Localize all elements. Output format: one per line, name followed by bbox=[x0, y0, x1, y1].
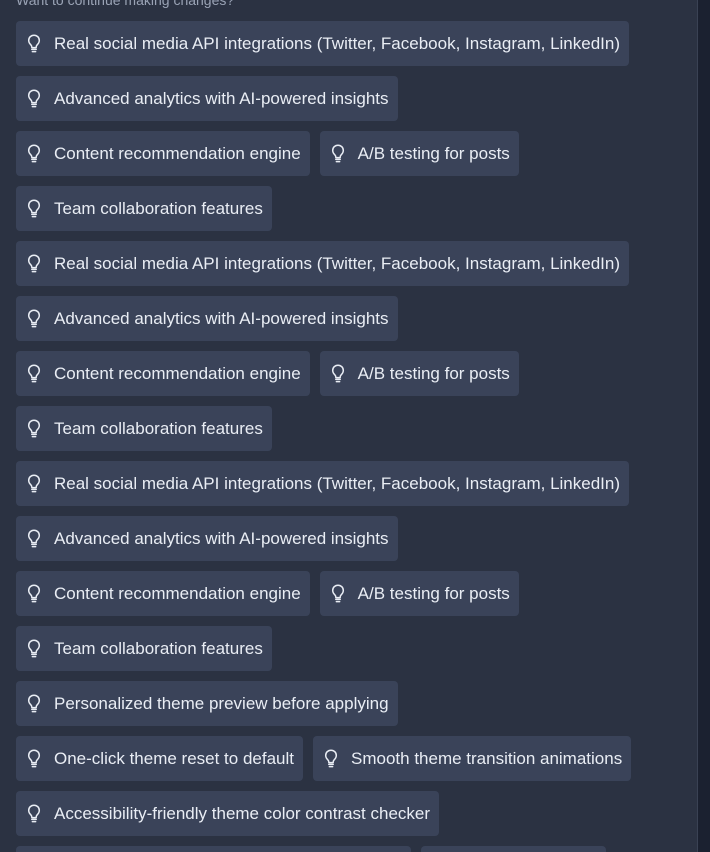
lightbulb-icon bbox=[330, 144, 346, 164]
lightbulb-icon bbox=[330, 364, 346, 384]
lightbulb-icon bbox=[26, 749, 42, 769]
suggestion-chip[interactable]: Real social media API integrations (Twit… bbox=[16, 21, 629, 66]
suggestion-label: Real social media API integrations (Twit… bbox=[54, 473, 620, 493]
lightbulb-icon bbox=[26, 584, 42, 604]
continue-prompt: Want to continue making changes? bbox=[16, 0, 235, 8]
lightbulb-icon bbox=[26, 639, 42, 659]
suggestion-chip[interactable]: Advanced analytics with AI-powered insig… bbox=[16, 76, 398, 121]
suggestions-panel: Want to continue making changes? Real so… bbox=[0, 0, 698, 852]
suggestion-label: Real social media API integrations (Twit… bbox=[54, 253, 620, 273]
suggestion-chip[interactable]: A/B testing for posts bbox=[319, 571, 519, 616]
suggestion-list: Real social media API integrations (Twit… bbox=[16, 21, 686, 852]
suggestion-chip[interactable]: Advanced analytics with AI-powered insig… bbox=[16, 296, 398, 341]
suggestion-label: Team collaboration features bbox=[54, 638, 263, 658]
suggestion-label: Personalized theme preview before applyi… bbox=[54, 693, 389, 713]
suggestion-chip[interactable]: Content recommendation engine bbox=[16, 351, 310, 396]
suggestion-label: Real social media API integrations (Twit… bbox=[54, 33, 620, 53]
suggestion-chip[interactable]: A/B testing for posts bbox=[319, 351, 519, 396]
suggestion-chip[interactable]: Team collaboration features bbox=[16, 406, 272, 451]
suggestion-label: Team collaboration features bbox=[54, 418, 263, 438]
suggestion-label: Team collaboration features bbox=[54, 198, 263, 218]
suggestion-label: A/B testing for posts bbox=[357, 583, 510, 603]
suggestion-row: One-click theme reset to default Smooth t… bbox=[16, 736, 686, 781]
lightbulb-icon bbox=[26, 419, 42, 439]
suggestion-label: Smooth theme transition animations bbox=[351, 748, 623, 768]
suggestion-row: Advanced analytics with AI-powered insig… bbox=[16, 76, 686, 121]
lightbulb-icon bbox=[26, 144, 42, 164]
suggestion-row: Content recommendation engine A/B testing… bbox=[16, 131, 686, 176]
suggestion-chip[interactable]: One-click theme reset to default bbox=[16, 736, 304, 781]
suggestion-label: A/B testing for posts bbox=[357, 143, 510, 163]
lightbulb-icon bbox=[26, 89, 42, 109]
suggestion-chip[interactable]: Content recommendation engine bbox=[16, 571, 310, 616]
lightbulb-icon bbox=[26, 694, 42, 714]
suggestion-label: Advanced analytics with AI-powered insig… bbox=[54, 88, 389, 108]
suggestion-row: Accessibility-friendly theme color contr… bbox=[16, 791, 686, 836]
suggestion-row: Real social media API integrations (Twit… bbox=[16, 241, 686, 286]
suggestion-chip[interactable]: Accessibility-friendly theme color contr… bbox=[16, 791, 440, 836]
suggestion-label: Content recommendation engine bbox=[54, 143, 301, 163]
lightbulb-icon bbox=[26, 804, 42, 824]
suggestion-row: Content recommendation engine A/B testing… bbox=[16, 571, 686, 616]
suggestion-row: Advanced analytics with AI-powered insig… bbox=[16, 516, 686, 561]
lightbulb-icon bbox=[26, 199, 42, 219]
suggestion-row: Team collaboration features bbox=[16, 406, 686, 451]
suggestion-chip[interactable]: Smooth theme transition animations bbox=[313, 736, 632, 781]
suggestion-label: One-click theme reset to default bbox=[54, 748, 295, 768]
suggestion-row: Content recommendation engine A/B testing… bbox=[16, 351, 686, 396]
lightbulb-icon bbox=[26, 364, 42, 384]
suggestion-label: Advanced analytics with AI-powered insig… bbox=[54, 528, 389, 548]
suggestion-label: A/B testing for posts bbox=[357, 363, 510, 383]
suggestion-label: Accessibility-friendly theme color contr… bbox=[54, 803, 431, 823]
suggestion-chip[interactable]: Real social media API integrations (Twit… bbox=[16, 461, 629, 506]
suggestion-chip[interactable]: Content recommendation engine bbox=[16, 131, 310, 176]
lightbulb-icon bbox=[26, 34, 42, 54]
suggestion-row: Real social media API integrations (Twit… bbox=[16, 461, 686, 506]
suggestion-label: Content recommendation engine bbox=[54, 583, 301, 603]
suggestion-row: Personalized theme preview before applyi… bbox=[16, 681, 686, 726]
suggestion-chip[interactable]: Team collaboration features bbox=[16, 626, 272, 671]
suggestion-chip[interactable]: Personalized theme preview before applyi… bbox=[16, 681, 398, 726]
suggestion-row: Team collaboration features bbox=[16, 626, 686, 671]
suggestion-row-partial bbox=[16, 846, 686, 852]
suggestion-label: Content recommendation engine bbox=[54, 363, 301, 383]
suggestion-chip[interactable]: Advanced analytics with AI-powered insig… bbox=[16, 516, 398, 561]
suggestion-label: Advanced analytics with AI-powered insig… bbox=[54, 308, 389, 328]
suggestion-chip[interactable]: Real social media API integrations (Twit… bbox=[16, 241, 629, 286]
lightbulb-icon bbox=[26, 529, 42, 549]
suggestion-chip[interactable]: Team collaboration features bbox=[16, 186, 272, 231]
lightbulb-icon bbox=[26, 474, 42, 494]
suggestion-chip-partial[interactable] bbox=[421, 846, 606, 852]
lightbulb-icon bbox=[330, 584, 346, 604]
suggestion-row: Team collaboration features bbox=[16, 186, 686, 231]
lightbulb-icon bbox=[26, 254, 42, 274]
lightbulb-icon bbox=[26, 309, 42, 329]
suggestion-chip-partial[interactable] bbox=[16, 846, 411, 852]
lightbulb-icon bbox=[323, 749, 339, 769]
suggestion-row: Real social media API integrations (Twit… bbox=[16, 21, 686, 66]
suggestion-chip[interactable]: A/B testing for posts bbox=[319, 131, 519, 176]
suggestion-row: Advanced analytics with AI-powered insig… bbox=[16, 296, 686, 341]
